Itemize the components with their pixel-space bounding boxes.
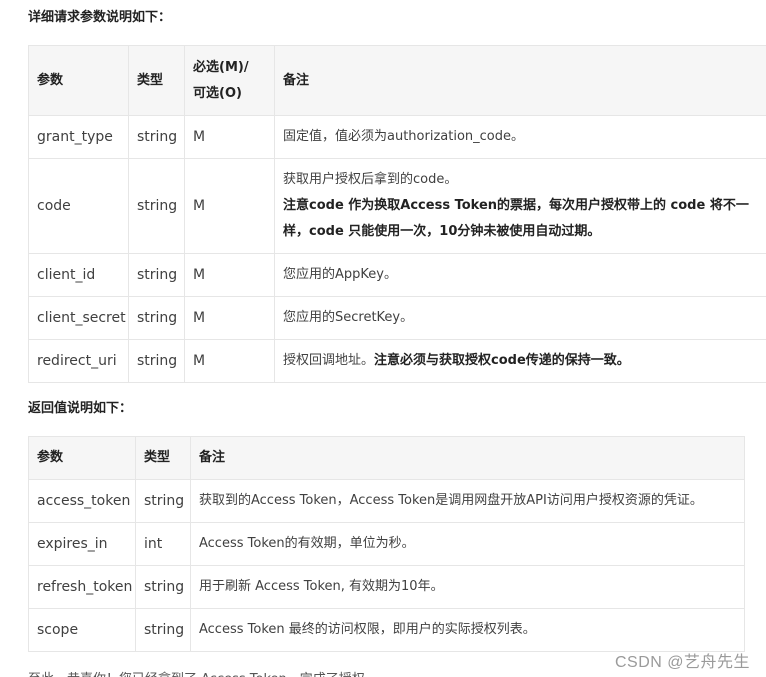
note-text: 授权回调地址。 <box>283 353 375 368</box>
cell-note: 获取到的Access Token，Access Token是调用网盘开放API访… <box>190 479 745 523</box>
cell-type: string <box>128 115 185 159</box>
cell-type: string <box>128 158 185 254</box>
cell-note: 授权回调地址。注意必须与获取授权code传递的保持一致。 <box>274 339 766 383</box>
note-warning-text: 注意必须与获取授权code传递的保持一致。 <box>374 353 630 368</box>
request-params-title: 详细请求参数说明如下： <box>28 10 172 25</box>
table-header-row: 参数 类型 备注 <box>28 436 745 480</box>
cell-param: refresh_token <box>28 565 136 609</box>
header-param: 参数 <box>28 45 129 116</box>
table-row: code string M 获取用户授权后拿到的code。 注意code 作为换… <box>28 158 766 254</box>
cell-note: 固定值，值必须为authorization_code。 <box>274 115 766 159</box>
cell-note: 用于刷新 Access Token, 有效期为10年。 <box>190 565 745 609</box>
header-required: 必选(M)/ 可选(O) <box>184 45 275 116</box>
cell-note: 您应用的SecretKey。 <box>274 296 766 340</box>
table-header-row: 参数 类型 必选(M)/ 可选(O) 备注 <box>28 45 766 116</box>
cell-required: M <box>184 253 275 297</box>
cell-type: string <box>135 479 191 523</box>
table-row: grant_type string M 固定值，值必须为authorizatio… <box>28 115 766 159</box>
response-params-title: 返回值说明如下： <box>28 401 133 416</box>
response-params-table: 参数 类型 备注 access_token string 获取到的Access … <box>28 436 745 652</box>
cell-type: int <box>135 522 191 566</box>
table-row: redirect_uri string M 授权回调地址。注意必须与获取授权co… <box>28 339 766 383</box>
cell-required: M <box>184 339 275 383</box>
footer-text: 至此，恭喜你！您已经拿到了 Access Token，完成了授权。 <box>28 668 378 677</box>
cell-type: string <box>135 608 191 652</box>
header-type: 类型 <box>135 436 191 480</box>
table-row: expires_in int Access Token的有效期，单位为秒。 <box>28 522 745 566</box>
cell-type: string <box>128 296 185 340</box>
cell-type: string <box>128 253 185 297</box>
cell-note: Access Token 最终的访问权限，即用户的实际授权列表。 <box>190 608 745 652</box>
header-required-line2: 可选(O) <box>193 85 242 101</box>
cell-required: M <box>184 296 275 340</box>
cell-param: access_token <box>28 479 136 523</box>
table-row: client_id string M 您应用的AppKey。 <box>28 253 766 297</box>
header-required-line1: 必选(M)/ <box>193 59 249 75</box>
header-note: 备注 <box>274 45 766 116</box>
cell-note: Access Token的有效期，单位为秒。 <box>190 522 745 566</box>
cell-param: scope <box>28 608 136 652</box>
cell-param: client_id <box>28 253 129 297</box>
cell-param: client_secret <box>28 296 129 340</box>
table-row: refresh_token string 用于刷新 Access Token, … <box>28 565 745 609</box>
csdn-watermark: CSDN @艺舟先生 <box>614 654 750 671</box>
request-params-table: 参数 类型 必选(M)/ 可选(O) 备注 grant_type string … <box>28 45 766 383</box>
cell-note: 获取用户授权后拿到的code。 注意code 作为换取Access Token的… <box>274 158 766 254</box>
cell-required: M <box>184 158 275 254</box>
cell-param: expires_in <box>28 522 136 566</box>
cell-param: code <box>28 158 129 254</box>
table-row: client_secret string M 您应用的SecretKey。 <box>28 296 766 340</box>
cell-note: 您应用的AppKey。 <box>274 253 766 297</box>
header-note: 备注 <box>190 436 745 480</box>
note-warning-text: 注意code 作为换取Access Token的票据，每次用户授权带上的 cod… <box>283 198 749 239</box>
header-type: 类型 <box>128 45 185 116</box>
cell-type: string <box>135 565 191 609</box>
note-text: 获取用户授权后拿到的code。 <box>283 172 458 187</box>
table-row: scope string Access Token 最终的访问权限，即用户的实际… <box>28 608 745 652</box>
cell-type: string <box>128 339 185 383</box>
table-row: access_token string 获取到的Access Token，Acc… <box>28 479 745 523</box>
header-param: 参数 <box>28 436 136 480</box>
cell-param: grant_type <box>28 115 129 159</box>
cell-param: redirect_uri <box>28 339 129 383</box>
cell-required: M <box>184 115 275 159</box>
